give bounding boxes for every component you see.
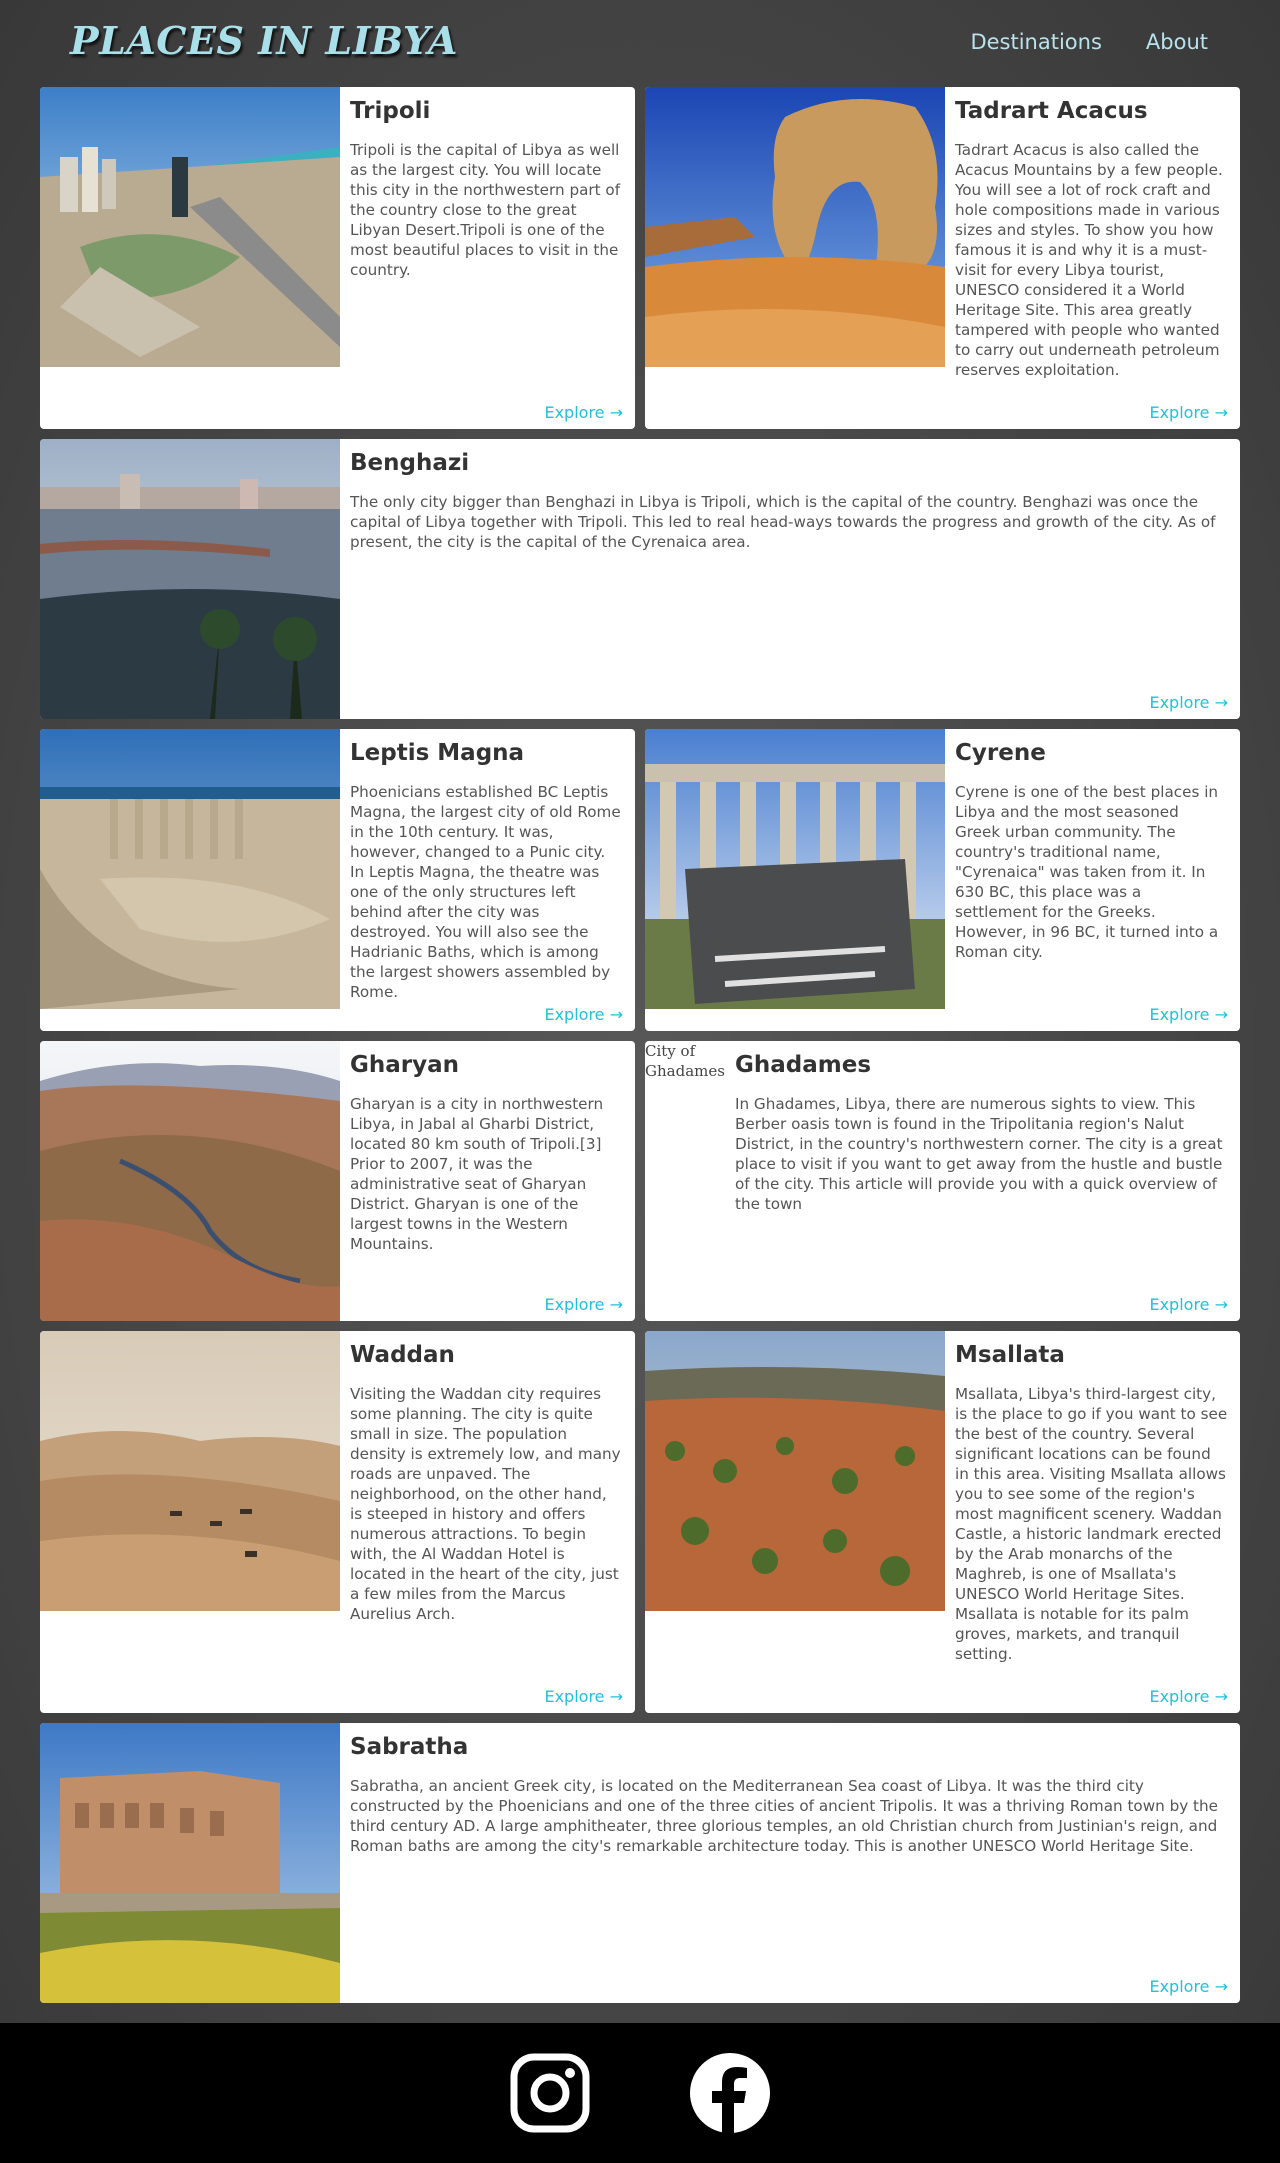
card-waddan-body: Waddan Visiting the Waddan city requires… <box>350 1341 623 1624</box>
card-benghazi: Benghazi The only city bigger than Bengh… <box>40 439 1240 719</box>
card-msallata: Msallata Msallata, Libya's third-largest… <box>645 1331 1240 1713</box>
card-leptis-magna: Leptis Magna Phoenicians established BC … <box>40 729 635 1031</box>
explore-link[interactable]: Explore → <box>544 1005 623 1024</box>
card-text: Sabratha, an ancient Greek city, is loca… <box>350 1776 1218 1855</box>
ghadames-image-alt: City of Ghadames <box>645 1042 725 1080</box>
msallata-photo <box>645 1331 945 1611</box>
card-sabratha-body: Sabratha Sabratha, an ancient Greek city… <box>350 1733 1228 1856</box>
card-text: Gharyan is a city in northwestern Libya,… <box>350 1094 604 1253</box>
explore-link[interactable]: Explore → <box>1149 1687 1228 1706</box>
instagram-icon[interactable] <box>510 2053 590 2133</box>
explore-link[interactable]: Explore → <box>544 403 623 422</box>
card-tripoli: Tripoli Tripoli is the capital of Libya … <box>40 87 635 429</box>
site-header: PLACES IN LIBYA Destinations About <box>0 0 1280 87</box>
card-text: Msallata, Libya's third-largest city, is… <box>955 1384 1228 1663</box>
sabratha-photo <box>40 1723 340 2003</box>
card-text: Cyrene is one of the best places in Liby… <box>955 782 1219 961</box>
card-text: Tripoli is the capital of Libya as well … <box>350 140 621 279</box>
card-title: Sabratha <box>350 1734 469 1760</box>
card-title: Leptis Magna <box>350 740 525 766</box>
card-gharyan: Gharyan Gharyan is a city in northwester… <box>40 1041 635 1321</box>
card-text: Tadrart Acacus is also called the Acacus… <box>955 140 1223 379</box>
card-benghazi-body: Benghazi The only city bigger than Bengh… <box>350 449 1228 552</box>
nav-destinations[interactable]: Destinations <box>970 30 1101 54</box>
explore-link[interactable]: Explore → <box>1149 1977 1228 1996</box>
card-tadrart-acacus: Tadrart Acacus Tadrart Acacus is also ca… <box>645 87 1240 429</box>
card-text: In Ghadames, Libya, there are numerous s… <box>735 1094 1223 1213</box>
facebook-icon[interactable] <box>690 2053 770 2133</box>
site-logo[interactable]: PLACES IN LIBYA <box>70 18 458 63</box>
card-msallata-body: Msallata Msallata, Libya's third-largest… <box>955 1341 1228 1664</box>
explore-link[interactable]: Explore → <box>1149 403 1228 422</box>
card-ghadames: City of Ghadames Ghadames In Ghadames, L… <box>645 1041 1240 1321</box>
nav-about[interactable]: About <box>1146 30 1208 54</box>
explore-link[interactable]: Explore → <box>1149 1295 1228 1314</box>
leptis-magna-photo <box>40 729 340 1009</box>
card-ghadames-body: Ghadames In Ghadames, Libya, there are n… <box>735 1051 1228 1214</box>
card-title: Tripoli <box>350 98 431 124</box>
card-tadrart-acacus-body: Tadrart Acacus Tadrart Acacus is also ca… <box>955 97 1228 380</box>
explore-link[interactable]: Explore → <box>544 1687 623 1706</box>
card-waddan: Waddan Visiting the Waddan city requires… <box>40 1331 635 1713</box>
card-title: Waddan <box>350 1342 455 1368</box>
waddan-photo <box>40 1331 340 1611</box>
card-cyrene: Cyrene Cyrene is one of the best places … <box>645 729 1240 1031</box>
explore-link[interactable]: Explore → <box>1149 693 1228 712</box>
card-text: Phoenicians established BC Leptis Magna,… <box>350 782 621 1001</box>
card-cyrene-body: Cyrene Cyrene is one of the best places … <box>955 739 1228 962</box>
explore-link[interactable]: Explore → <box>1149 1005 1228 1024</box>
card-text: The only city bigger than Benghazi in Li… <box>350 492 1216 551</box>
tadrart-acacus-photo <box>645 87 945 367</box>
card-gharyan-body: Gharyan Gharyan is a city in northwester… <box>350 1051 623 1254</box>
card-title: Gharyan <box>350 1052 460 1078</box>
card-text: Visiting the Waddan city requires some p… <box>350 1384 621 1623</box>
card-title: Ghadames <box>735 1052 872 1078</box>
cyrene-photo <box>645 729 945 1009</box>
card-title: Benghazi <box>350 450 470 476</box>
site-footer <box>0 2023 1280 2163</box>
card-sabratha: Sabratha Sabratha, an ancient Greek city… <box>40 1723 1240 2003</box>
explore-link[interactable]: Explore → <box>544 1295 623 1314</box>
card-tripoli-body: Tripoli Tripoli is the capital of Libya … <box>350 97 623 280</box>
main-nav: Destinations About <box>970 30 1208 54</box>
tripoli-photo <box>40 87 340 367</box>
gharyan-photo <box>40 1041 340 1321</box>
card-title: Tadrart Acacus <box>955 98 1148 124</box>
benghazi-photo <box>40 439 340 719</box>
card-leptis-magna-body: Leptis Magna Phoenicians established BC … <box>350 739 623 1002</box>
card-title: Cyrene <box>955 740 1046 766</box>
card-title: Msallata <box>955 1342 1065 1368</box>
